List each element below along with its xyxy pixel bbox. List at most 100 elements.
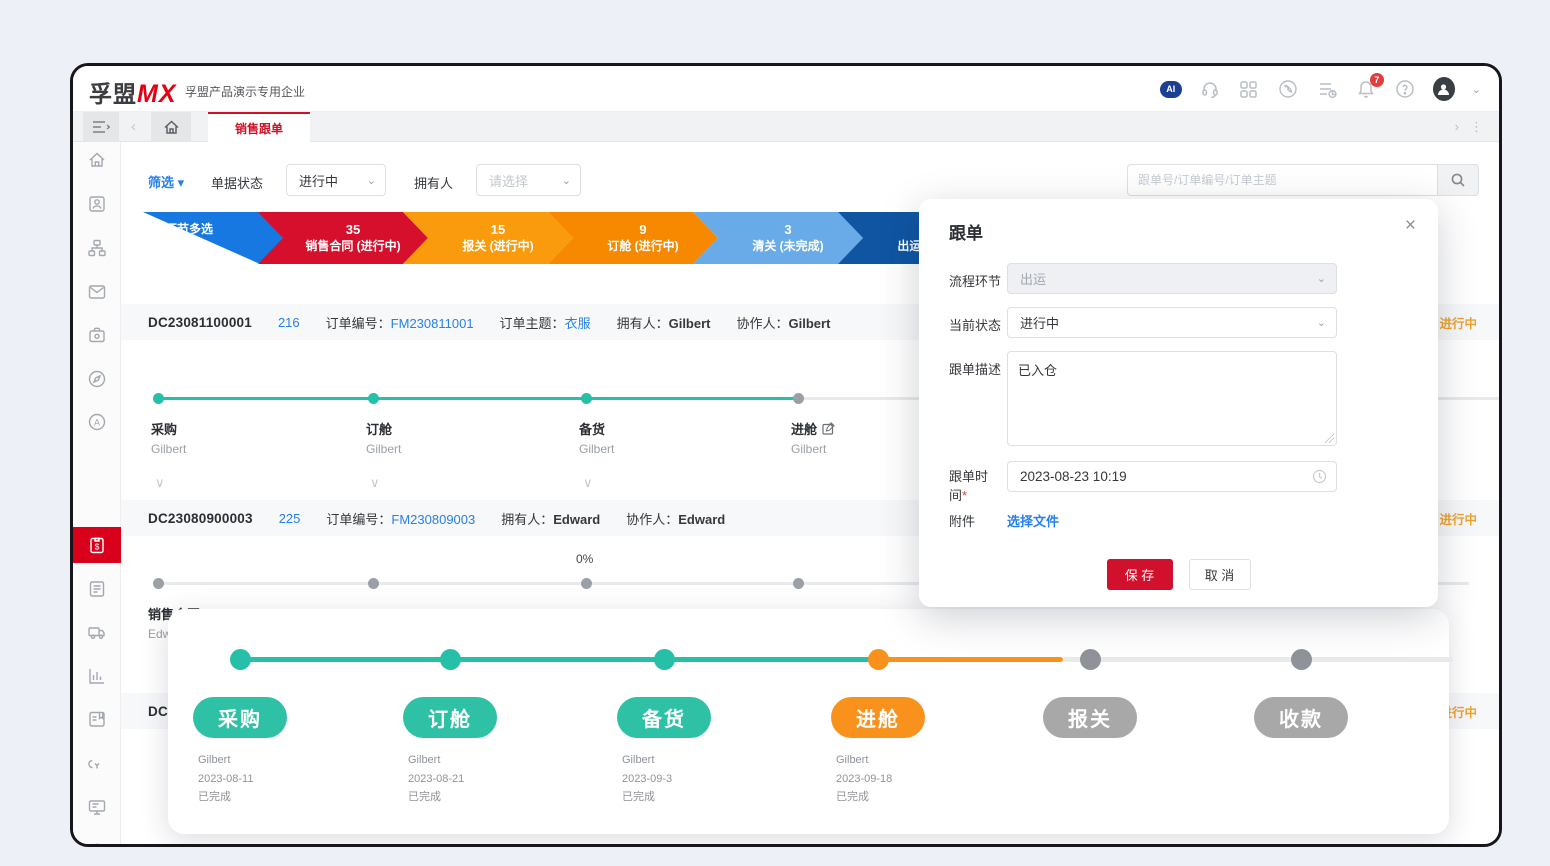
left-sidebar: A $ <box>73 142 121 844</box>
stage-booking[interactable]: 9订舱 (进行中) <box>548 212 718 264</box>
filter-toggle[interactable]: 筛选 ▾ <box>148 172 184 191</box>
app-window: 孚盟MX 孚盟产品演示专用企业 AI 7 <box>70 63 1502 847</box>
status-filter-select[interactable]: 进行中⌄ <box>286 164 386 196</box>
status-filter-label: 单据状态 <box>211 173 263 192</box>
owner-filter-select[interactable]: 请选择⌄ <box>476 164 581 196</box>
sidebar-truck-icon[interactable] <box>87 622 107 642</box>
notification-bell-icon[interactable]: 7 <box>1355 78 1377 100</box>
chevron-down-icon: ⌄ <box>367 174 376 187</box>
order-no: 订单编号：FM230811001 <box>326 313 474 332</box>
stage-customs[interactable]: 15报关 (进行中) <box>403 212 573 264</box>
tab-back-chevron[interactable]: ‹ <box>131 118 136 135</box>
tracker-dot <box>1291 649 1312 670</box>
tracker-stage-pill[interactable]: 采购 <box>193 697 287 738</box>
chevron-down-icon: ⌄ <box>562 174 571 187</box>
stage-sales-contract[interactable]: 35销售合同 (进行中) <box>258 212 428 264</box>
sidebar-chart-icon[interactable] <box>87 666 107 686</box>
order-no-link[interactable]: FM230811001 <box>391 316 474 331</box>
tracker-stage-pill[interactable]: 报关 <box>1043 697 1137 738</box>
resize-handle-icon[interactable] <box>1324 433 1334 443</box>
expand-chevron-icon[interactable]: ∨ <box>583 475 593 491</box>
svg-text:A: A <box>94 418 100 428</box>
tracker-stage-info: Gilbert2023-08-21已完成 <box>408 751 464 807</box>
order-no-link[interactable]: FM230809003 <box>391 512 475 527</box>
order-id-fragment: DC <box>148 704 168 719</box>
clock-icon <box>1312 469 1327 484</box>
sidebar-target-icon[interactable]: A <box>87 412 107 432</box>
chevron-down-icon: ⌄ <box>1317 272 1326 285</box>
stage-clearance[interactable]: 3清关 (未完成) <box>693 212 863 264</box>
required-asterisk: * <box>962 488 967 503</box>
close-icon[interactable]: × <box>1405 215 1416 237</box>
app-logo: 孚盟MX <box>89 75 177 109</box>
tab-forward-chevron[interactable]: › <box>1455 119 1459 134</box>
phone-icon[interactable] <box>1277 78 1299 100</box>
tracker-dot <box>1080 649 1101 670</box>
choose-file-link[interactable]: 选择文件 <box>1007 514 1059 529</box>
tracker-stage-pill[interactable]: 收款 <box>1254 697 1348 738</box>
sidebar-mail-icon[interactable] <box>87 282 107 302</box>
sidebar-briefcase-icon[interactable] <box>87 325 107 345</box>
order-collab: 协作人：Gilbert <box>737 313 831 332</box>
sidebar-form-icon[interactable] <box>87 579 107 599</box>
status-field-label: 当前状态 <box>949 315 1001 334</box>
tracker-dot <box>230 649 251 670</box>
search-button[interactable] <box>1437 164 1479 196</box>
status-select[interactable]: 进行中⌄ <box>1007 307 1337 338</box>
timeline-step: 订舱Gilbert <box>366 419 526 456</box>
order-subject-link[interactable]: 衣服 <box>565 316 591 331</box>
apps-grid-icon[interactable] <box>1238 78 1260 100</box>
order-count-link[interactable]: 216 <box>278 315 300 330</box>
follow-up-time-input[interactable]: 2023-08-23 10:19 <box>1007 461 1337 492</box>
description-textarea[interactable]: 已入仓 <box>1007 351 1337 446</box>
headset-icon[interactable] <box>1199 78 1221 100</box>
order-no: 订单编号：FM230809003 <box>326 509 475 528</box>
sidebar-cloud-icon[interactable] <box>87 753 107 773</box>
avatar-caret-icon[interactable]: ⌄ <box>1472 83 1481 96</box>
edit-icon[interactable] <box>822 422 835 435</box>
filter-bar: 筛选 ▾ 单据状态 进行中⌄ 拥有人 请选择⌄ <box>121 164 1499 196</box>
status-badge: 进行中 <box>1439 313 1477 332</box>
sidebar-chat-icon[interactable] <box>87 841 107 847</box>
sidebar-orders-active-item[interactable]: $ <box>73 527 121 563</box>
progress-percent: 0% <box>576 552 593 566</box>
owner-filter-label: 拥有人 <box>414 173 453 192</box>
sidebar-org-icon[interactable] <box>87 238 107 258</box>
order-id: DC23080900003 <box>148 511 253 526</box>
task-list-icon[interactable] <box>1316 78 1338 100</box>
tab-bar: ‹ 销售跟单 › ⋮ <box>73 112 1499 142</box>
sidebar-monitor-icon[interactable] <box>87 797 107 817</box>
stage-select-disabled: 出运⌄ <box>1007 263 1337 294</box>
stage-field-label: 流程环节 <box>949 271 1001 290</box>
follow-up-modal: 跟单 × 流程环节 出运⌄ 当前状态 进行中⌄ 跟单描述 已入仓 跟单时 间* <box>919 199 1438 607</box>
user-avatar[interactable] <box>1433 78 1455 100</box>
search-input[interactable] <box>1127 164 1437 196</box>
stage-all-filter[interactable]: 环节多选 全部 <box>143 212 285 264</box>
expand-chevron-icon[interactable]: ∨ <box>370 475 380 491</box>
description-field-label: 跟单描述 <box>949 359 1001 378</box>
tracker-stage-pill[interactable]: 进舱 <box>831 697 925 738</box>
checkbox-icon <box>151 225 160 234</box>
order-owner: 拥有人：Gilbert <box>617 313 711 332</box>
order-count-link[interactable]: 225 <box>279 511 301 526</box>
cancel-button[interactable]: 取 消 <box>1189 559 1251 590</box>
tab-more-icon[interactable]: ⋮ <box>1470 119 1483 135</box>
help-icon[interactable] <box>1394 78 1416 100</box>
grid-icon <box>151 242 161 252</box>
collapse-menu-button[interactable] <box>83 112 119 142</box>
home-tab-button[interactable] <box>151 112 191 142</box>
sidebar-home-icon[interactable] <box>87 150 107 170</box>
save-button[interactable]: 保 存 <box>1107 559 1173 590</box>
sidebar-compass-icon[interactable] <box>87 369 107 389</box>
tracker-stage-pill[interactable]: 订舱 <box>403 697 497 738</box>
tab-sales-tracking[interactable]: 销售跟单 <box>208 112 310 142</box>
ai-assistant-button[interactable]: AI <box>1160 78 1182 100</box>
tracker-dot <box>654 649 675 670</box>
sidebar-ledger-icon[interactable] <box>87 709 107 729</box>
tracker-stage-info: Gilbert2023-08-11已完成 <box>198 751 253 807</box>
sidebar-contacts-icon[interactable] <box>87 194 107 214</box>
expand-chevron-icon[interactable]: ∨ <box>155 475 165 491</box>
order-owner: 拥有人：Edward <box>501 509 600 528</box>
tracker-stage-pill[interactable]: 备货 <box>617 697 711 738</box>
app-header: 孚盟MX 孚盟产品演示专用企业 AI 7 <box>73 66 1499 112</box>
